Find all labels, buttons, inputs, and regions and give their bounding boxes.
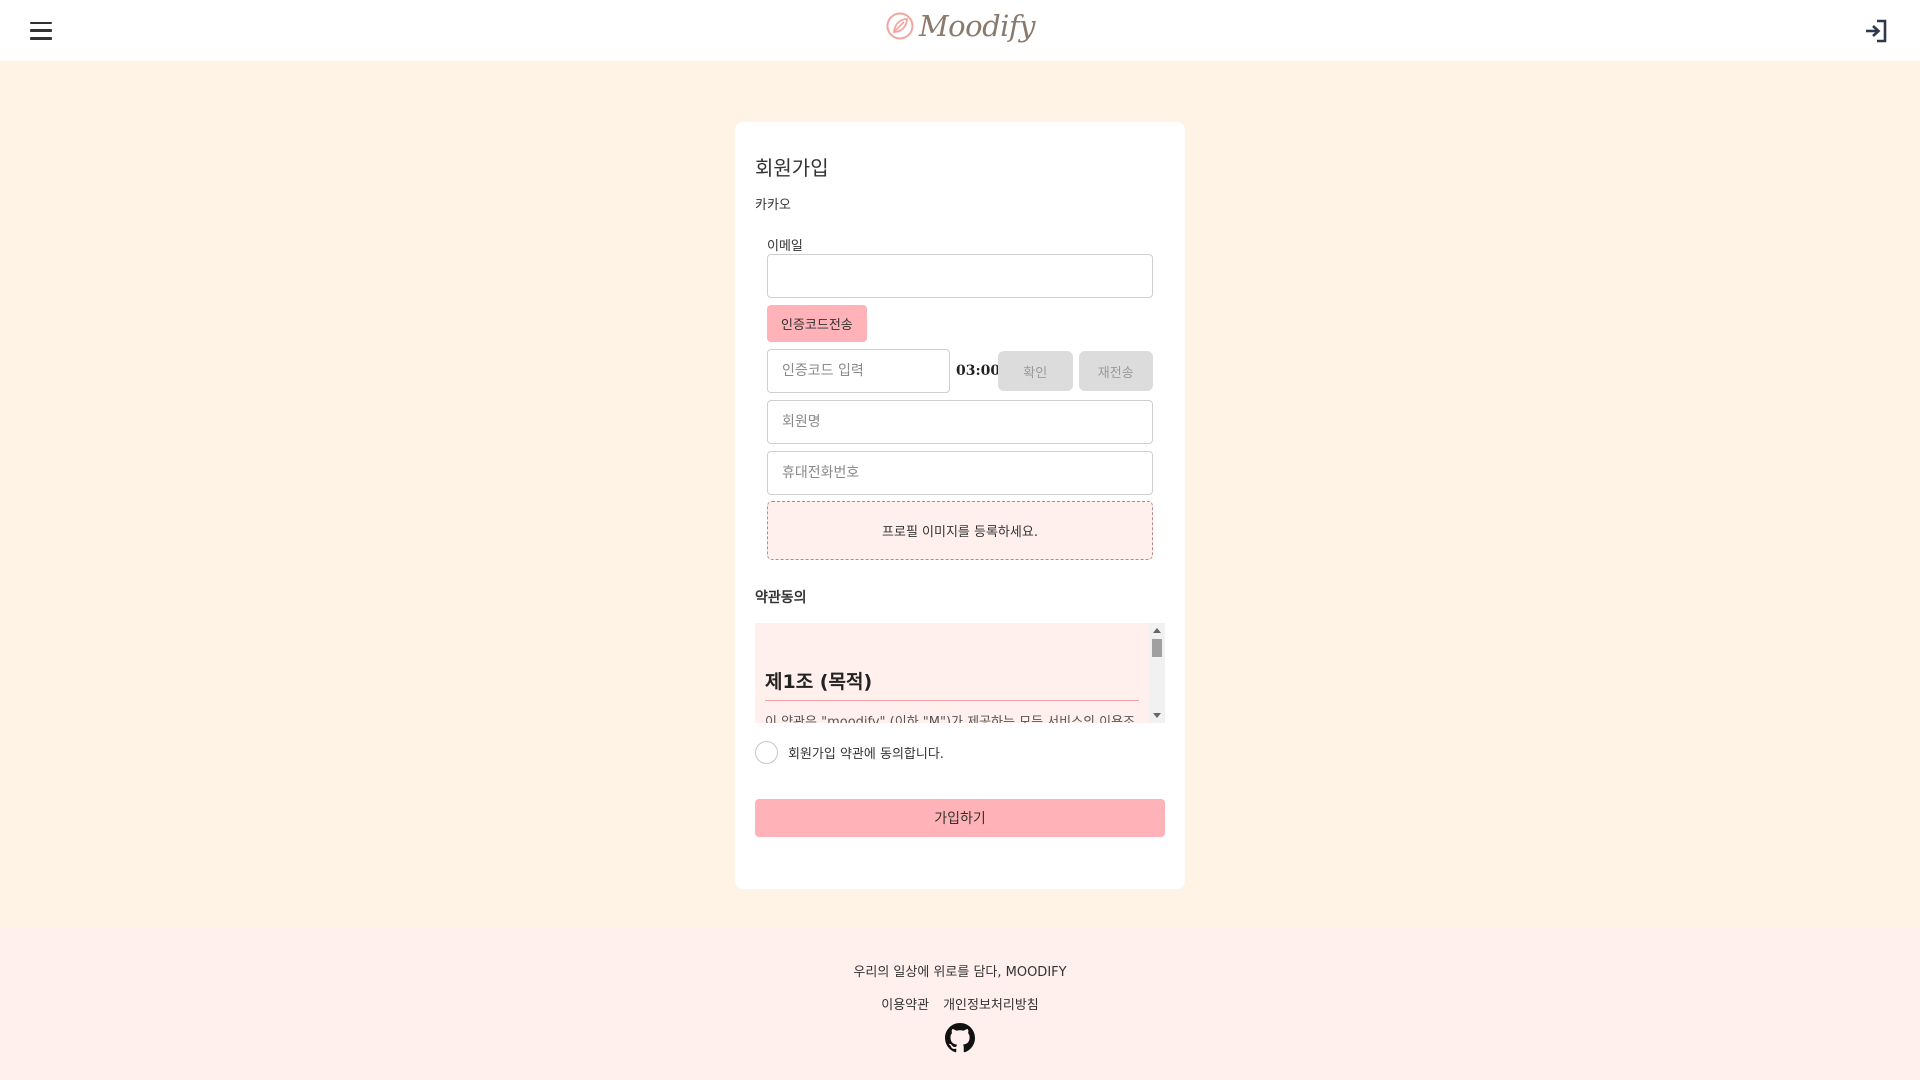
footer-links: 이용약관 개인정보처리방침 [881, 994, 1039, 1013]
footer-tagline: 우리의 일상에 위로를 담다, MOODIFY [853, 965, 1067, 980]
verification-timer: 03:00 [956, 363, 1001, 379]
footer: 우리의 일상에 위로를 담다, MOODIFY 이용약관 개인정보처리방침 [0, 927, 1920, 1080]
signup-card: 회원가입 카카오 이메일 인증코드전송 03:00 확인 재전송 프로필 이미지… [735, 122, 1185, 889]
join-button[interactable]: 가입하기 [755, 799, 1165, 837]
footer-link-terms[interactable]: 이용약관 [881, 994, 929, 1013]
page-title: 회원가입 [755, 156, 829, 180]
profile-upload-label: 프로필 이미지를 등록하세요. [882, 525, 1038, 540]
profile-image-upload[interactable]: 프로필 이미지를 등록하세요. [767, 501, 1153, 560]
sign-in-icon[interactable] [1863, 18, 1889, 44]
agree-radio[interactable] [755, 741, 778, 764]
agree-label[interactable]: 회원가입 약관에 동의합니다. [788, 743, 944, 762]
scrollbar-thumb[interactable] [1152, 639, 1162, 657]
footer-link-privacy[interactable]: 개인정보처리방침 [943, 994, 1039, 1013]
logo-leaf-icon [886, 12, 914, 40]
terms-scroll-box[interactable]: 제1조 (목적) 이 약관은 "moodify" (이하 "M")가 제공하는 … [755, 623, 1165, 723]
terms-content: 제1조 (목적) 이 약관은 "moodify" (이하 "M")가 제공하는 … [755, 623, 1165, 723]
logo[interactable]: Moodify [885, 9, 1036, 43]
signup-form: 이메일 인증코드전송 03:00 확인 재전송 프로필 이미지를 등록하세요. [755, 235, 1165, 560]
logo-text: Moodify [918, 9, 1036, 43]
scroll-down-arrow-icon[interactable] [1153, 713, 1161, 718]
member-name-input[interactable] [767, 400, 1153, 444]
email-label: 이메일 [767, 239, 803, 254]
terms-text: 이 약관은 "moodify" (이하 "M")가 제공하는 모든 서비스의 이… [765, 715, 1136, 723]
terms-heading: 제1조 (목적) [765, 667, 1139, 701]
signup-provider: 카카오 [755, 198, 791, 213]
hamburger-icon[interactable] [30, 21, 52, 40]
verification-row: 03:00 확인 재전송 [767, 349, 1153, 393]
phone-number-input[interactable] [767, 451, 1153, 495]
verification-code-input[interactable] [767, 349, 950, 393]
send-code-button[interactable]: 인증코드전송 [767, 305, 867, 342]
terms-scrollbar[interactable] [1149, 623, 1165, 723]
terms-agree-row[interactable]: 회원가입 약관에 동의합니다. [755, 741, 1165, 764]
scroll-up-arrow-icon[interactable] [1153, 628, 1161, 633]
email-input[interactable] [767, 254, 1153, 298]
top-header: Moodify [0, 0, 1920, 61]
github-icon[interactable] [945, 1023, 975, 1053]
confirm-code-button[interactable]: 확인 [998, 351, 1073, 391]
terms-title: 약관동의 [755, 590, 807, 606]
resend-code-button[interactable]: 재전송 [1078, 351, 1153, 391]
